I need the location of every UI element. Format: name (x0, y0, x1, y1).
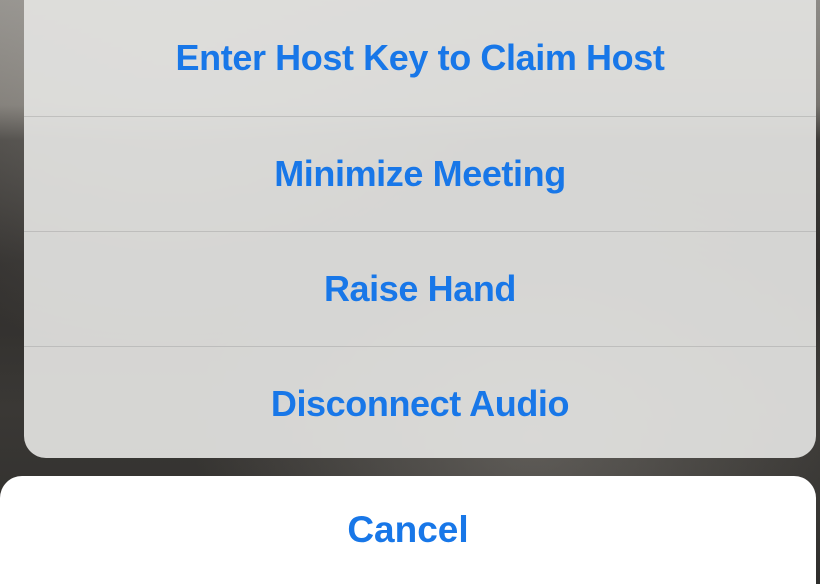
enter-host-key-button[interactable]: Enter Host Key to Claim Host (24, 0, 816, 117)
action-sheet: Enter Host Key to Claim Host Minimize Me… (24, 0, 816, 458)
minimize-meeting-label: Minimize Meeting (274, 153, 566, 194)
raise-hand-button[interactable]: Raise Hand (24, 232, 816, 347)
disconnect-audio-button[interactable]: Disconnect Audio (24, 347, 816, 458)
cancel-label: Cancel (347, 509, 469, 550)
minimize-meeting-button[interactable]: Minimize Meeting (24, 117, 816, 232)
enter-host-key-label: Enter Host Key to Claim Host (175, 37, 665, 78)
disconnect-audio-label: Disconnect Audio (270, 383, 570, 424)
raise-hand-label: Raise Hand (323, 268, 517, 309)
cancel-button[interactable]: Cancel (0, 476, 816, 584)
